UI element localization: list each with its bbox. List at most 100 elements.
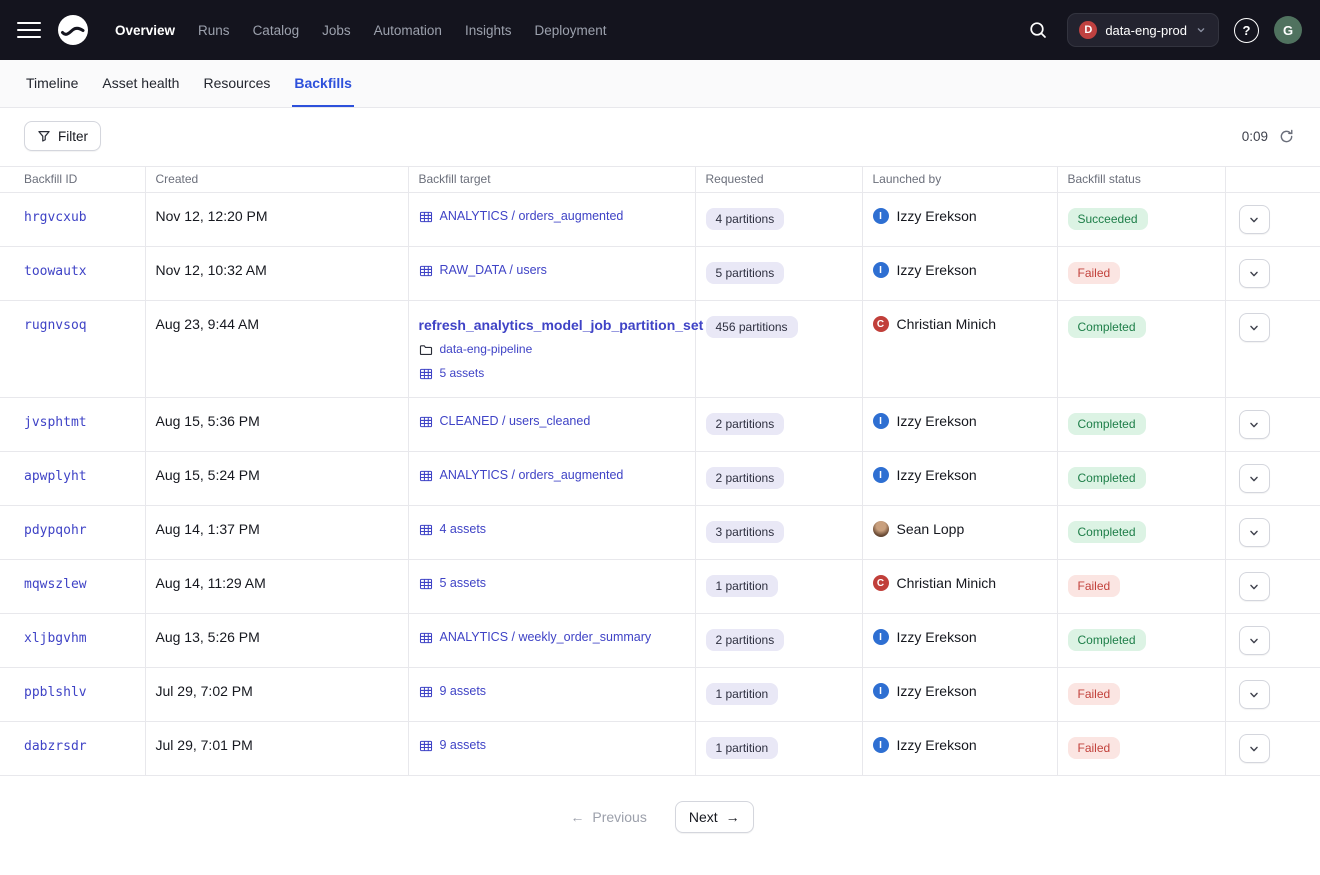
backfill-row-apwplyht: apwplyhtAug 15, 5:24 PMANALYTICS / order… xyxy=(0,452,1320,506)
backfill-id-link[interactable]: ppblshlv xyxy=(24,685,87,700)
row-actions-menu-button[interactable] xyxy=(1239,572,1270,601)
launched-by-cell: Sean Lopp xyxy=(862,506,1057,560)
nav-right: D data-eng-prod ? G xyxy=(1024,13,1302,47)
tab-asset-health[interactable]: Asset health xyxy=(100,60,181,107)
launched-by: IIzzy Erekson xyxy=(873,262,1047,278)
requested-cell: 2 partitions xyxy=(695,614,862,668)
nav-item-jobs[interactable]: Jobs xyxy=(313,17,360,44)
backfill-status-cell: Failed xyxy=(1057,722,1225,776)
backfill-target-link[interactable]: 9 assets xyxy=(440,683,487,700)
backfill-status-badge: Completed xyxy=(1068,413,1146,435)
row-actions-menu-button[interactable] xyxy=(1239,734,1270,763)
created-cell: Aug 13, 5:26 PM xyxy=(145,614,408,668)
backfill-row-jvsphtmt: jvsphtmtAug 15, 5:36 PMCLEANED / users_c… xyxy=(0,398,1320,452)
table-icon xyxy=(419,739,433,753)
backfill-target-cell: RAW_DATA / users xyxy=(408,247,695,301)
table-icon xyxy=(419,264,433,278)
backfill-target-link[interactable]: data-eng-pipeline xyxy=(440,341,533,358)
backfill-target-link[interactable]: RAW_DATA / users xyxy=(440,262,547,279)
row-actions-menu-button[interactable] xyxy=(1239,518,1270,547)
row-actions-menu-button[interactable] xyxy=(1239,259,1270,288)
backfill-target-link[interactable]: ANALYTICS / orders_augmented xyxy=(440,467,624,484)
column-header-created: Created xyxy=(145,167,408,193)
backfill-target-link[interactable]: 5 assets xyxy=(440,575,487,592)
backfill-target-link[interactable]: 9 assets xyxy=(440,737,487,754)
user-name: Izzy Erekson xyxy=(897,467,977,483)
user-avatar: I xyxy=(873,262,889,278)
backfill-id-link[interactable]: jvsphtmt xyxy=(24,415,87,430)
launched-by-cell: CChristian Minich xyxy=(862,560,1057,614)
user-name: Izzy Erekson xyxy=(897,208,977,224)
column-header-backfill-id: Backfill ID xyxy=(0,167,145,193)
backfill-target-cell: ANALYTICS / orders_augmented xyxy=(408,193,695,247)
deployment-switcher[interactable]: D data-eng-prod xyxy=(1067,13,1219,47)
filter-button[interactable]: Filter xyxy=(24,121,101,151)
requested-cell: 2 partitions xyxy=(695,398,862,452)
next-page-button[interactable]: Next → xyxy=(675,801,754,833)
row-actions-menu-button[interactable] xyxy=(1239,626,1270,655)
nav-item-automation[interactable]: Automation xyxy=(365,17,451,44)
launched-by-cell: IIzzy Erekson xyxy=(862,452,1057,506)
table-icon xyxy=(419,631,433,645)
tab-resources[interactable]: Resources xyxy=(201,60,272,107)
backfill-target-cell: 9 assets xyxy=(408,722,695,776)
launched-by-cell: IIzzy Erekson xyxy=(862,722,1057,776)
requested-cell: 4 partitions xyxy=(695,193,862,247)
backfill-id-link[interactable]: dabzrsdr xyxy=(24,739,87,754)
previous-page-button[interactable]: ← Previous xyxy=(566,803,650,831)
nav-item-catalog[interactable]: Catalog xyxy=(244,17,309,44)
launched-by: IIzzy Erekson xyxy=(873,467,1047,483)
target-line: ANALYTICS / orders_augmented xyxy=(419,208,685,225)
table-icon xyxy=(419,469,433,483)
backfill-target-link[interactable]: 5 assets xyxy=(440,365,485,382)
tab-timeline[interactable]: Timeline xyxy=(24,60,80,107)
backfill-id-cell: apwplyht xyxy=(0,452,145,506)
menu-icon[interactable] xyxy=(16,20,42,40)
top-nav: OverviewRunsCatalogJobsAutomationInsight… xyxy=(0,0,1320,60)
backfill-id-link[interactable]: hrgvcxub xyxy=(24,210,87,225)
backfill-target-job-link[interactable]: refresh_analytics_model_job_partition_se… xyxy=(419,316,685,334)
backfill-id-link[interactable]: toowautx xyxy=(24,264,87,279)
backfill-row-toowautx: toowautxNov 12, 10:32 AMRAW_DATA / users… xyxy=(0,247,1320,301)
user-avatar-button[interactable]: G xyxy=(1274,16,1302,44)
row-actions-menu-button[interactable] xyxy=(1239,205,1270,234)
requested-cell: 1 partition xyxy=(695,722,862,776)
backfill-status-badge: Failed xyxy=(1068,262,1121,284)
row-actions-menu-button[interactable] xyxy=(1239,464,1270,493)
backfill-row-rugnvsoq: rugnvsoqAug 23, 9:44 AMrefresh_analytics… xyxy=(0,301,1320,398)
backfill-id-link[interactable]: pdypqohr xyxy=(24,523,87,538)
row-actions-menu-button[interactable] xyxy=(1239,680,1270,709)
search-icon[interactable] xyxy=(1024,16,1052,44)
requested-cell: 5 partitions xyxy=(695,247,862,301)
backfill-status-badge: Failed xyxy=(1068,683,1121,705)
target-line: ANALYTICS / weekly_order_summary xyxy=(419,629,685,646)
row-actions-cell xyxy=(1225,560,1320,614)
backfill-target-link[interactable]: ANALYTICS / orders_augmented xyxy=(440,208,624,225)
nav-item-insights[interactable]: Insights xyxy=(456,17,521,44)
backfill-target-link[interactable]: ANALYTICS / weekly_order_summary xyxy=(440,629,652,646)
requested-partitions-badge: 1 partition xyxy=(706,737,779,759)
row-actions-menu-button[interactable] xyxy=(1239,410,1270,439)
nav-item-overview[interactable]: Overview xyxy=(106,17,184,44)
backfill-target-link[interactable]: 4 assets xyxy=(440,521,487,538)
refresh-icon[interactable] xyxy=(1277,127,1296,146)
backfill-id-link[interactable]: apwplyht xyxy=(24,469,87,484)
question-glyph: ? xyxy=(1243,23,1251,38)
backfills-table-body: hrgvcxubNov 12, 12:20 PMANALYTICS / orde… xyxy=(0,193,1320,776)
row-actions-cell xyxy=(1225,452,1320,506)
nav-item-runs[interactable]: Runs xyxy=(189,17,239,44)
backfill-target-link[interactable]: CLEANED / users_cleaned xyxy=(440,413,591,430)
launched-by-cell: IIzzy Erekson xyxy=(862,668,1057,722)
column-header-backfill-status: Backfill status xyxy=(1057,167,1225,193)
row-actions-cell xyxy=(1225,614,1320,668)
tab-backfills[interactable]: Backfills xyxy=(292,60,354,107)
help-icon[interactable]: ? xyxy=(1234,18,1259,43)
table-icon xyxy=(419,523,433,537)
nav-item-deployment[interactable]: Deployment xyxy=(525,17,615,44)
row-actions-menu-button[interactable] xyxy=(1239,313,1270,342)
arrow-left-icon: ← xyxy=(570,810,584,824)
backfill-id-link[interactable]: xljbgvhm xyxy=(24,631,87,646)
backfill-target-cell: CLEANED / users_cleaned xyxy=(408,398,695,452)
backfill-id-link[interactable]: mqwszlew xyxy=(24,577,87,592)
backfill-id-link[interactable]: rugnvsoq xyxy=(24,318,87,333)
